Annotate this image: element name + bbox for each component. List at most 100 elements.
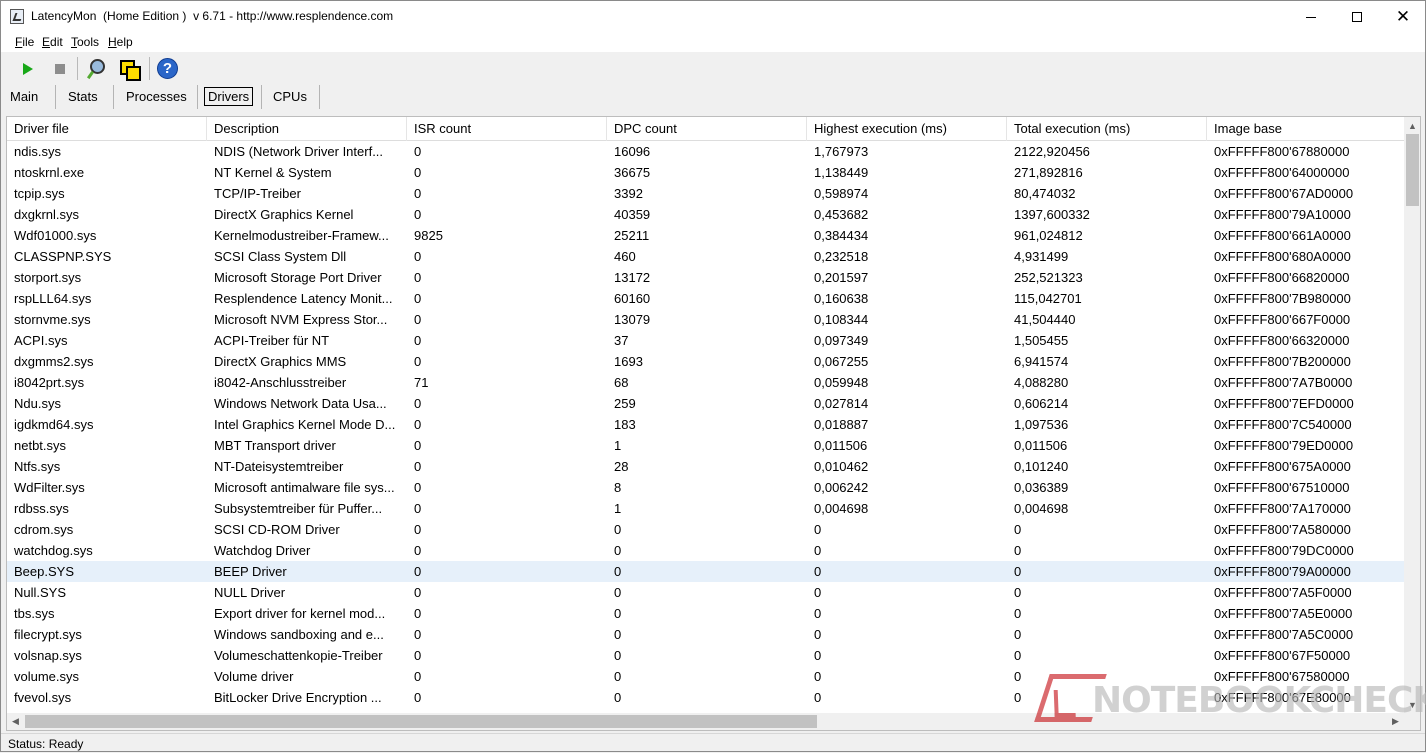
cell-image-base: 0xFFFFF800'79DC0000 [1214, 543, 1354, 558]
table-row[interactable]: ntoskrnl.exe NT Kernel & System 0 36675 1,13… [7, 162, 1404, 183]
column-separator[interactable] [406, 117, 407, 141]
cell-image-base: 0xFFFFF800'7A5E0000 [1214, 606, 1353, 621]
tab-processes[interactable]: Processes [126, 87, 187, 109]
table-row[interactable]: Beep.SYS BEEP Driver 0 0 0 0 0xFFFFF800'79A000… [7, 561, 1404, 582]
drivers-grid[interactable]: Driver file Description ISR count DPC count… [6, 116, 1421, 731]
tab-cpus[interactable]: CPUs [273, 87, 307, 109]
start-button[interactable] [15, 56, 40, 81]
table-row[interactable]: Ndu.sys Windows Network Data Usa... 0 259 0,… [7, 393, 1404, 414]
table-row[interactable]: storport.sys Microsoft Storage Port Drive… [7, 267, 1404, 288]
cell-description: Microsoft NVM Express Stor... [214, 312, 388, 327]
cell-total-execution: 271,892816 [1014, 165, 1083, 180]
column-separator[interactable] [606, 117, 607, 141]
table-row[interactable]: cdrom.sys SCSI CD-ROM Driver 0 0 0 0 0xFFFFF80… [7, 519, 1404, 540]
tab-drivers[interactable]: Drivers [204, 87, 254, 109]
minimize-button[interactable] [1288, 1, 1334, 32]
arrow-right-icon[interactable]: ▶ [1387, 713, 1404, 730]
cell-description: Watchdog Driver [214, 543, 311, 558]
table-row[interactable]: filecrypt.sys Windows sandboxing and e...… [7, 624, 1404, 645]
close-button[interactable]: ✕ [1380, 1, 1426, 32]
table-row[interactable]: rspLLL64.sys Resplendence Latency Monit..… [7, 288, 1404, 309]
cell-total-execution: 1,505455 [1014, 333, 1069, 348]
table-row[interactable]: tcpip.sys TCP/IP-Treiber 0 3392 0,598974 80,4… [7, 183, 1404, 204]
table-row[interactable]: rdbss.sys Subsystemtreiber für Puffer... 0… [7, 498, 1404, 519]
menu-help[interactable]: Help [108, 35, 133, 49]
menu-tools[interactable]: Tools [71, 35, 99, 49]
cell-dpc-count: 60160 [614, 291, 651, 306]
cell-image-base: 0xFFFFF800'7B200000 [1214, 354, 1351, 369]
table-row[interactable]: watchdog.sys Watchdog Driver 0 0 0 0 0xFFFFF80… [7, 540, 1404, 561]
table-row[interactable]: dxgmms2.sys DirectX Graphics MMS 0 1693 0,06… [7, 351, 1404, 372]
cell-total-execution: 0,011506 [1014, 438, 1068, 453]
cell-image-base: 0xFFFFF800'67AD0000 [1214, 186, 1354, 201]
menu-file[interactable]: File [15, 35, 34, 49]
column-separator[interactable] [806, 117, 807, 141]
table-row[interactable]: volsnap.sys Volumeschattenkopie-Treiber 0 0… [7, 645, 1404, 666]
tab-main[interactable]: Main [10, 87, 38, 109]
cell-driver-file: ntoskrnl.exe [14, 165, 85, 180]
cell-description: DirectX Graphics MMS [214, 354, 347, 369]
table-row[interactable]: Wdf01000.sys Kernelmodustreiber-Framew...… [7, 225, 1404, 246]
cell-dpc-count: 1693 [614, 354, 643, 369]
table-row[interactable]: fvevol.sys BitLocker Drive Encryption ...… [7, 687, 1404, 708]
table-row[interactable]: Null.SYS NULL Driver 0 0 0 0 0xFFFFF800'7A5F00… [7, 582, 1404, 603]
tab-cpus-label: CPUs [273, 89, 307, 104]
cell-total-execution: 252,521323 [1014, 270, 1083, 285]
cell-image-base: 0xFFFFF800'7A7B0000 [1214, 375, 1353, 390]
table-row[interactable]: tbs.sys Export driver for kernel mod... 0 0… [7, 603, 1404, 624]
title-bar[interactable]: LatencyMon (Home Edition ) v 6.71 - http… [1, 1, 1425, 32]
help-button[interactable]: ? [155, 56, 180, 81]
cell-highest-execution: 0,108344 [814, 312, 869, 327]
menu-file-rest: ile [22, 35, 35, 49]
windows-button[interactable] [116, 56, 141, 81]
vertical-scroll-thumb[interactable] [1406, 134, 1419, 206]
column-header-dpc-count[interactable]: DPC count [607, 120, 806, 140]
cell-total-execution: 1,097536 [1014, 417, 1069, 432]
cell-description: DirectX Graphics Kernel [214, 207, 354, 222]
column-header-image-base[interactable]: Image base [1207, 120, 1404, 140]
toolbar-separator [77, 57, 78, 80]
table-row[interactable]: dxgkrnl.sys DirectX Graphics Kernel 0 40359… [7, 204, 1404, 225]
stop-button[interactable] [47, 56, 72, 81]
table-row[interactable]: igdkmd64.sys Intel Graphics Kernel Mode D… [7, 414, 1404, 435]
column-header-total-execution[interactable]: Total execution (ms) [1007, 120, 1206, 140]
column-header-isr-count[interactable]: ISR count [407, 120, 606, 140]
cell-isr-count: 0 [414, 417, 422, 432]
cell-description: SCSI Class System Dll [214, 249, 347, 264]
arrow-up-icon[interactable]: ▲ [1404, 117, 1420, 134]
column-separator[interactable] [1206, 117, 1207, 141]
cell-total-execution: 0 [1014, 648, 1022, 663]
menu-tools-rest: ools [77, 35, 100, 49]
cell-driver-file: tcpip.sys [14, 186, 65, 201]
table-row[interactable]: Ntfs.sys NT-Dateisystemtreiber 0 28 0,010462… [7, 456, 1404, 477]
vertical-scrollbar[interactable]: ▲ ▼ [1404, 117, 1420, 713]
table-row[interactable]: volume.sys Volume driver 0 0 0 0 0xFFFFF800'67… [7, 666, 1404, 687]
tab-processes-label: Processes [126, 89, 187, 104]
table-row[interactable]: stornvme.sys Microsoft NVM Express Stor..… [7, 309, 1404, 330]
arrow-left-icon[interactable]: ◀ [7, 713, 24, 730]
cell-dpc-count: 0 [614, 669, 622, 684]
column-separator[interactable] [206, 117, 207, 141]
tab-stats[interactable]: Stats [68, 87, 98, 109]
horizontal-scroll-thumb[interactable] [25, 715, 817, 728]
table-row[interactable]: ndis.sys NDIS (Network Driver Interf... 0 1… [7, 141, 1404, 162]
column-header-highest-execution[interactable]: Highest execution (ms) [807, 120, 1006, 140]
column-separator[interactable] [1006, 117, 1007, 141]
column-header-description[interactable]: Description [207, 120, 406, 140]
monitor-button[interactable] [84, 56, 109, 81]
window-title: LatencyMon (Home Edition ) v 6.71 - http… [31, 9, 394, 23]
maximize-button[interactable] [1334, 1, 1380, 32]
cell-isr-count: 0 [414, 207, 422, 222]
table-row[interactable]: CLASSPNP.SYS SCSI Class System Dll 0 460 0,2… [7, 246, 1404, 267]
table-row[interactable]: WdFilter.sys Microsoft antimalware file s… [7, 477, 1404, 498]
cell-dpc-count: 3392 [614, 186, 643, 201]
menu-edit[interactable]: Edit [42, 35, 63, 49]
cell-description: ACPI-Treiber für NT [214, 333, 330, 348]
horizontal-scrollbar[interactable]: ◀ ▶ [7, 713, 1404, 730]
table-row[interactable]: ACPI.sys ACPI-Treiber für NT 0 37 0,097349 1,… [7, 330, 1404, 351]
arrow-down-icon[interactable]: ▼ [1404, 696, 1420, 713]
table-row[interactable]: i8042prt.sys i8042-Anschlusstreiber 71 68 0,… [7, 372, 1404, 393]
column-header-driver-file[interactable]: Driver file [7, 120, 206, 140]
cell-description: Resplendence Latency Monit... [214, 291, 393, 306]
table-row[interactable]: netbt.sys MBT Transport driver 0 1 0,011506 0… [7, 435, 1404, 456]
